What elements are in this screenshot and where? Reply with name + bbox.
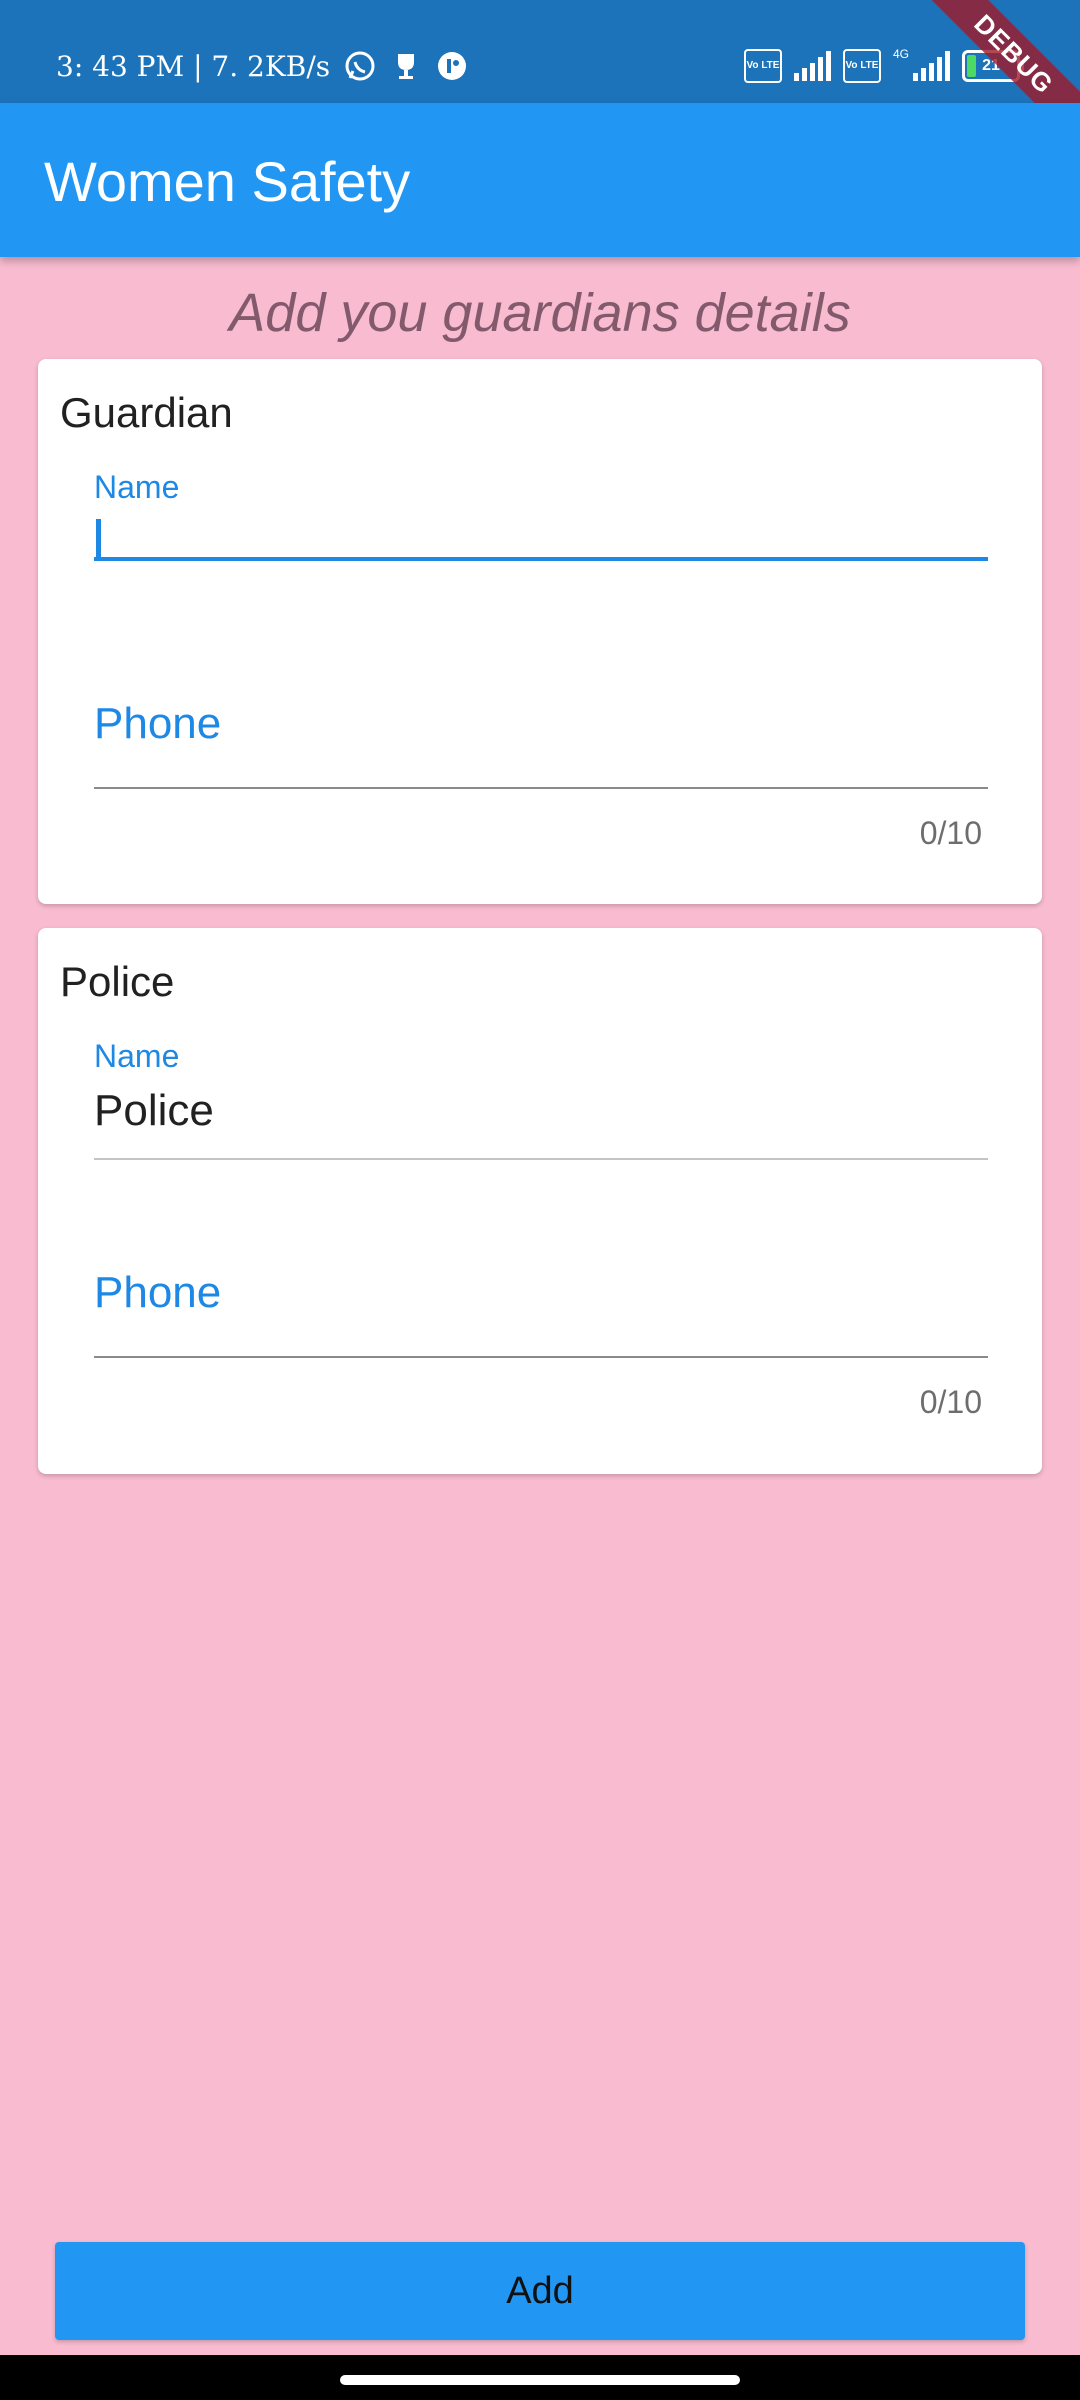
volte-icon: Vo LTE <box>743 49 782 83</box>
phone-placeholder[interactable]: Phone <box>94 1268 221 1318</box>
phone-underline <box>94 787 988 789</box>
guardian-name-field[interactable]: Name <box>94 469 988 589</box>
signal-icon <box>913 51 950 81</box>
police-phone-field[interactable]: Phone 0/10 <box>94 1268 988 1420</box>
police-name-field[interactable]: Name Police <box>94 1038 988 1160</box>
app-bar: Women Safety <box>0 103 1080 257</box>
phone-counter: 0/10 <box>919 1384 982 1420</box>
status-time-speed: 3: 43 PM | 7. 2KB/s <box>56 49 331 83</box>
network-type: 4G <box>892 47 909 61</box>
name-label: Name <box>94 1038 180 1074</box>
status-left: 3: 43 PM | 7. 2KB/s <box>56 46 468 86</box>
card-title: Guardian <box>60 389 233 436</box>
name-underline <box>94 1158 988 1160</box>
volte-icon: Vo LTE <box>842 49 881 83</box>
guardian-card: Guardian Name Phone 0/10 <box>38 359 1042 904</box>
police-card: Police Name Police Phone 0/10 <box>38 928 1042 1474</box>
guardian-phone-field[interactable]: Phone 0/10 <box>94 699 988 851</box>
card-title: Police <box>60 958 175 1005</box>
status-bar: 3: 43 PM | 7. 2KB/s Vo LTE Vo LTE 4G 21 … <box>0 0 1080 161</box>
app-title: Women Safety <box>44 150 411 213</box>
app-icon <box>436 50 468 82</box>
phone-counter: 0/10 <box>919 815 982 851</box>
page-subtitle: Add you guardians details <box>229 283 851 343</box>
whatsapp-icon <box>344 50 376 82</box>
name-label: Name <box>94 469 180 505</box>
navigation-bar <box>0 2355 1080 2400</box>
trophy-icon <box>390 50 422 82</box>
signal-icon <box>793 51 831 81</box>
home-gesture-handle[interactable] <box>340 2375 740 2385</box>
status-right: Vo LTE Vo LTE 4G 21 <box>743 47 1024 84</box>
add-button[interactable]: Add <box>55 2242 1025 2340</box>
name-underline <box>94 557 988 561</box>
phone-placeholder[interactable]: Phone <box>94 699 221 749</box>
text-cursor <box>96 519 101 561</box>
phone-underline <box>94 1356 988 1358</box>
name-value[interactable]: Police <box>94 1086 214 1136</box>
